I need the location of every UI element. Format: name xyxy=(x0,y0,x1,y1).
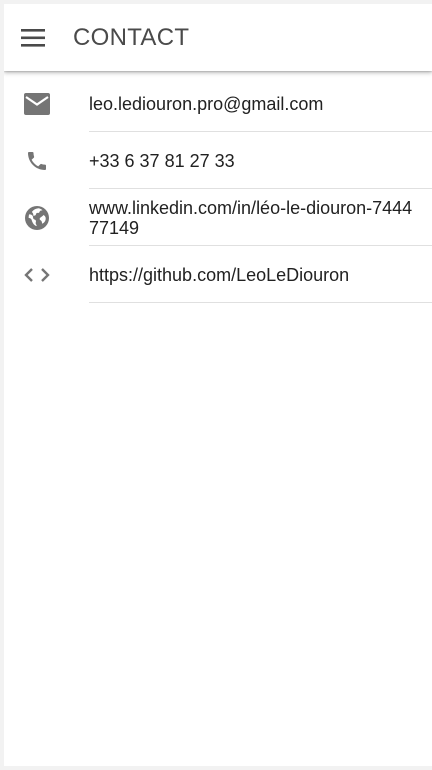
menu-icon xyxy=(21,28,47,48)
contact-item-email[interactable]: leo.lediouron.pro@gmail.com xyxy=(4,75,432,132)
contact-email-text: leo.lediouron.pro@gmail.com xyxy=(89,93,324,114)
contact-phone-text: +33 6 37 81 27 33 xyxy=(89,150,235,171)
email-icon xyxy=(4,92,70,115)
contact-list: leo.lediouron.pro@gmail.com +33 6 37 81 … xyxy=(4,75,432,303)
contact-linkedin-text: www.linkedin.com/in/léo-le-diouron-74447… xyxy=(89,197,413,238)
app-bar: CONTACT xyxy=(4,4,432,71)
page-title: CONTACT xyxy=(73,23,190,51)
app-window: CONTACT leo.lediouron.pro@gmail.com +33 … xyxy=(4,4,432,766)
contact-item-linkedin[interactable]: www.linkedin.com/in/léo-le-diouron-74447… xyxy=(4,189,432,246)
contact-item-github[interactable]: https://github.com/LeoLeDiouron xyxy=(4,246,432,303)
contact-github-text: https://github.com/LeoLeDiouron xyxy=(89,264,350,285)
contact-item-phone[interactable]: +33 6 37 81 27 33 xyxy=(4,132,432,189)
code-icon xyxy=(4,267,70,283)
phone-icon xyxy=(4,149,70,173)
globe-icon xyxy=(4,205,70,231)
menu-button[interactable] xyxy=(4,4,64,71)
divider xyxy=(89,302,432,303)
